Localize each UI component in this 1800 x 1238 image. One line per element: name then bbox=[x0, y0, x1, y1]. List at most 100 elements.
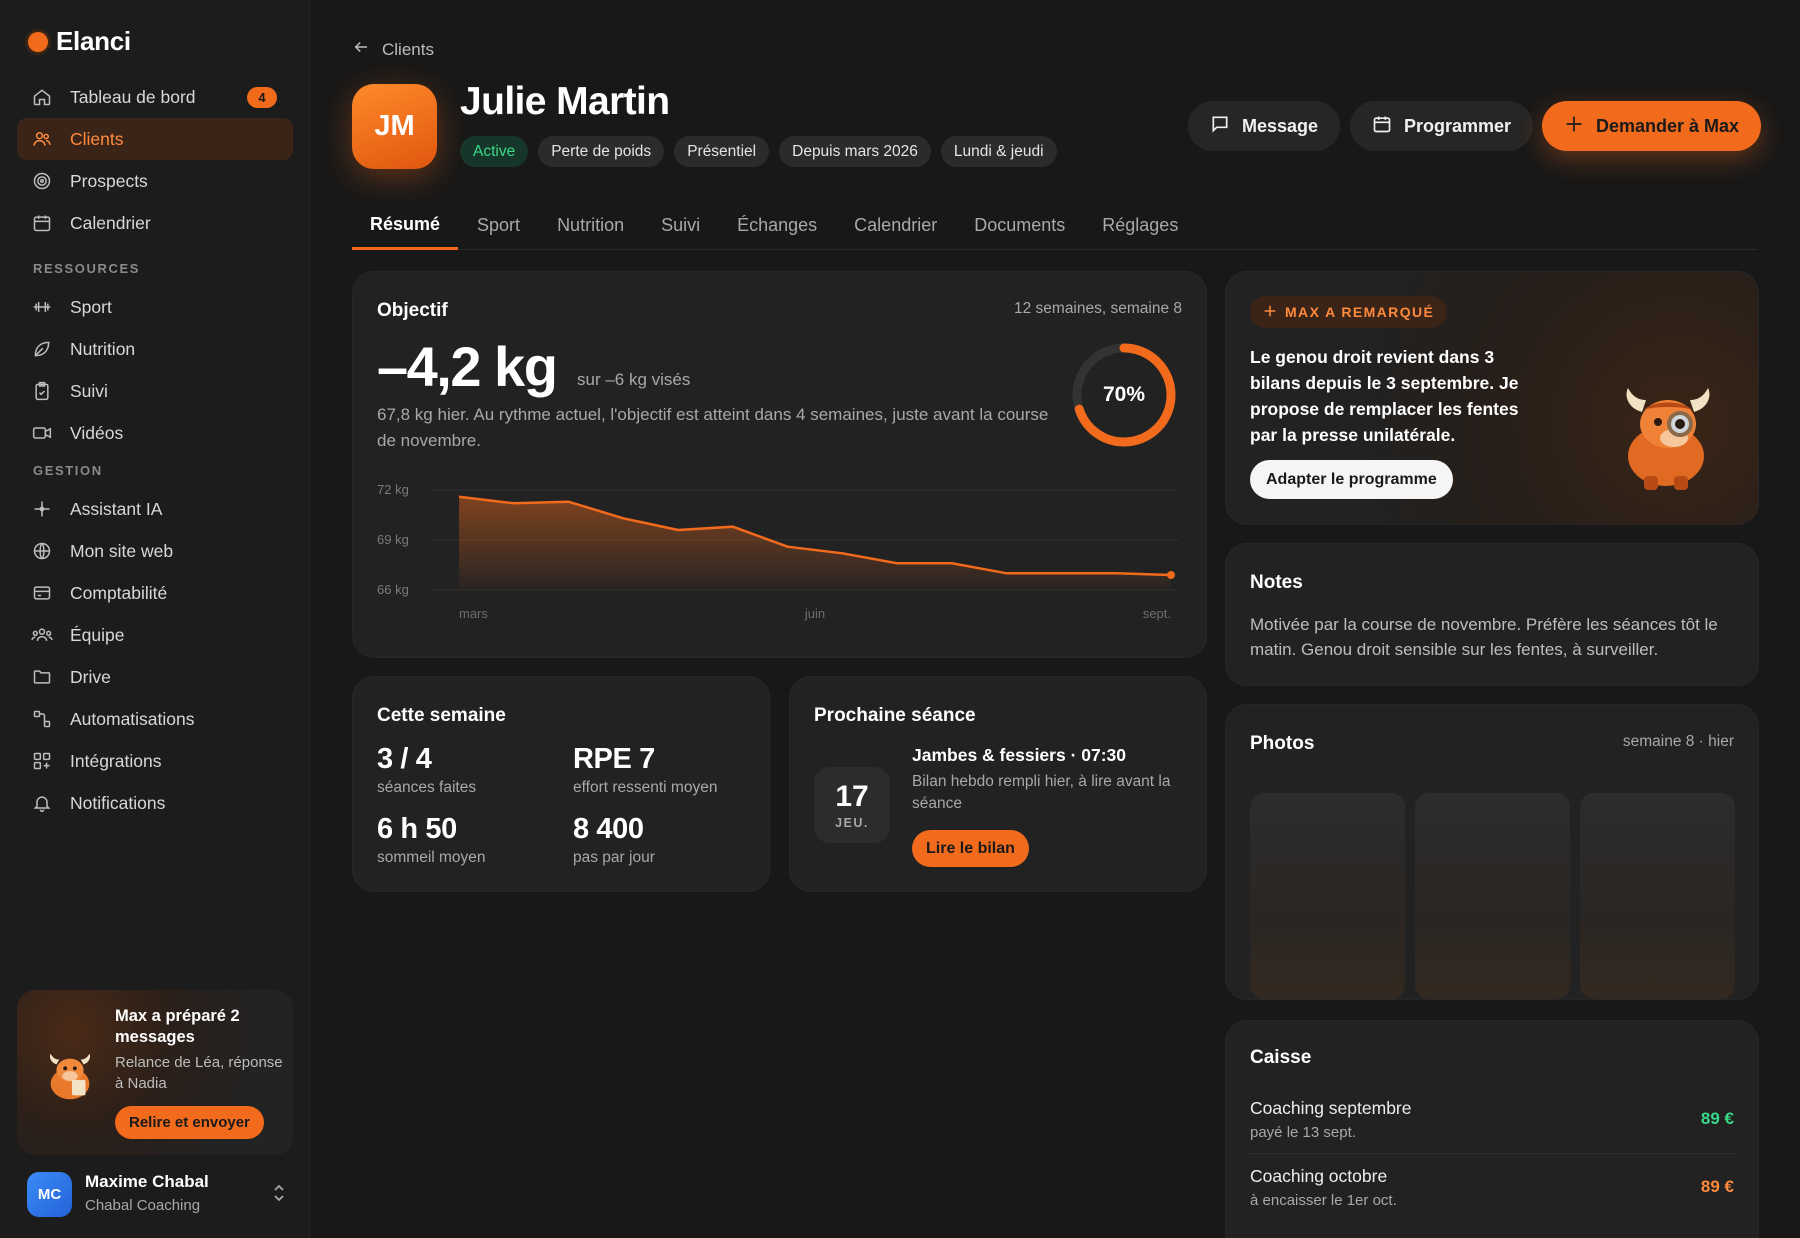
tab-settings[interactable]: Réglages bbox=[1084, 202, 1196, 249]
max-promo-card: Max a préparé 2 messages Relance de Léa,… bbox=[17, 990, 293, 1155]
tab-calendar[interactable]: Calendrier bbox=[836, 202, 955, 249]
payment-subtitle: à encaisser le 1er oct. bbox=[1250, 1192, 1397, 1209]
video-icon bbox=[31, 422, 53, 444]
client-avatar: JM bbox=[352, 84, 437, 169]
insight-text: Le genou droit revient dans 3 bilans dep… bbox=[1250, 347, 1519, 445]
tab-nutrition[interactable]: Nutrition bbox=[539, 202, 642, 249]
tag-mode: Présentiel bbox=[674, 136, 770, 167]
divider bbox=[1250, 1153, 1734, 1154]
bell-icon bbox=[31, 792, 53, 814]
tag-goal: Perte de poids bbox=[538, 136, 665, 167]
client-tags: Active Perte de poids Présentiel Depuis … bbox=[460, 136, 1057, 167]
tab-summary[interactable]: Résumé bbox=[352, 202, 459, 250]
next-session-card: Prochaine séance 17 JEU. Jambes & fessie… bbox=[789, 676, 1207, 892]
home-icon bbox=[31, 86, 53, 108]
tag-days: Lundi & jeudi bbox=[940, 136, 1057, 167]
sidebar-item-accounting[interactable]: Comptabilité bbox=[17, 572, 293, 614]
card-title: Caisse bbox=[1250, 1047, 1312, 1068]
tab-sport[interactable]: Sport bbox=[459, 202, 538, 249]
max-insight-pill: MAX A REMARQUÉ bbox=[1250, 296, 1448, 328]
sidebar-item-calendar[interactable]: Calendrier bbox=[17, 202, 293, 244]
page-title: Julie Martin bbox=[460, 80, 670, 123]
sidebar-item-integrations[interactable]: Intégrations bbox=[17, 740, 293, 782]
grid-plus-icon bbox=[31, 750, 53, 772]
globe-icon bbox=[31, 540, 53, 562]
calendar-icon bbox=[31, 212, 53, 234]
card-title: Notes bbox=[1250, 572, 1303, 593]
cash-card: Caisse Coaching septembre payé le 13 sep… bbox=[1225, 1020, 1759, 1238]
sidebar-item-label: Notifications bbox=[70, 792, 166, 813]
sidebar-item-automations[interactable]: Automatisations bbox=[17, 698, 293, 740]
week-card: Cette semaine 3 / 4 séances faites RPE 7… bbox=[352, 676, 770, 892]
adapt-program-button[interactable]: Adapter le programme bbox=[1250, 460, 1453, 499]
review-send-button[interactable]: Relire et envoyer bbox=[115, 1106, 264, 1139]
sidebar-item-prospects[interactable]: Prospects bbox=[17, 160, 293, 202]
payment-title: Coaching septembre bbox=[1250, 1098, 1412, 1118]
objective-target: sur –6 kg visés bbox=[577, 370, 691, 389]
leaf-icon bbox=[31, 338, 53, 360]
avatar: MC bbox=[27, 1172, 72, 1217]
progress-photo[interactable] bbox=[1250, 793, 1405, 999]
objective-meta: 12 semaines, semaine 8 bbox=[1013, 300, 1182, 317]
ask-max-button[interactable]: Demander à Max bbox=[1542, 101, 1762, 151]
sidebar-item-label: Prospects bbox=[70, 170, 148, 191]
target-icon bbox=[31, 170, 53, 192]
sparkle-icon bbox=[1263, 304, 1277, 321]
sparkle-icon bbox=[1564, 114, 1584, 139]
sidebar-item-label: Nutrition bbox=[70, 338, 136, 359]
sidebar-item-website[interactable]: Mon site web bbox=[17, 530, 293, 572]
tab-suivi[interactable]: Suivi bbox=[643, 202, 718, 249]
progress-photo[interactable] bbox=[1415, 793, 1570, 999]
tab-exchanges[interactable]: Échanges bbox=[719, 202, 835, 249]
payment-amount: 89 € bbox=[1700, 1109, 1734, 1128]
tag-since: Depuis mars 2026 bbox=[779, 136, 931, 167]
sidebar-item-label: Vidéos bbox=[70, 422, 124, 443]
sidebar-item-drive[interactable]: Drive bbox=[17, 656, 293, 698]
sidebar-item-clients[interactable]: Clients bbox=[17, 118, 293, 160]
read-report-button[interactable]: Lire le bilan bbox=[912, 830, 1029, 867]
sidebar-item-dashboard[interactable]: Tableau de bord 4 bbox=[17, 76, 293, 118]
sidebar-item-suivi[interactable]: Suivi bbox=[17, 370, 293, 412]
app-name: Elanci bbox=[56, 26, 131, 56]
message-button[interactable]: Message bbox=[1188, 101, 1341, 151]
sidebar-item-label: Drive bbox=[70, 666, 111, 687]
user-switcher[interactable]: MC Maxime Chabal Chabal Coaching bbox=[27, 1170, 287, 1220]
sidebar-item-nutrition[interactable]: Nutrition bbox=[17, 328, 293, 370]
calendar-icon bbox=[1372, 114, 1392, 139]
tab-documents[interactable]: Documents bbox=[956, 202, 1083, 249]
stat-label: pas par jour bbox=[573, 849, 655, 866]
date-badge: 17 JEU. bbox=[814, 767, 890, 843]
sidebar-item-label: Sport bbox=[70, 296, 112, 317]
objective-card: Objectif 12 semaines, semaine 8 –4,2 kg … bbox=[352, 271, 1207, 658]
sidebar: Elanci Tableau de bord 4 Clients Prospec… bbox=[0, 0, 310, 1238]
objective-value: –4,2 kg bbox=[377, 335, 558, 398]
notes-text: Motivée par la course de novembre. Préfè… bbox=[1250, 615, 1718, 659]
payment-title: Coaching octobre bbox=[1250, 1166, 1388, 1186]
schedule-button-label: Programmer bbox=[1404, 115, 1512, 136]
message-button-label: Message bbox=[1242, 115, 1319, 136]
card-title: Cette semaine bbox=[377, 705, 506, 726]
weight-chart: 72 kg 69 kg 66 kg mars juin sept. bbox=[377, 482, 1179, 621]
chat-icon bbox=[1210, 114, 1230, 139]
sidebar-item-notifications[interactable]: Notifications bbox=[17, 782, 293, 824]
section-title: GESTION bbox=[33, 462, 103, 478]
progress-photo[interactable] bbox=[1580, 793, 1735, 999]
management-nav: GESTION Assistant IA Mon site web Compta… bbox=[17, 452, 293, 824]
sidebar-item-label: Comptabilité bbox=[70, 582, 168, 603]
payment-amount: 89 € bbox=[1700, 1177, 1734, 1196]
sidebar-item-sport[interactable]: Sport bbox=[17, 286, 293, 328]
bull-detective-mascot-icon bbox=[1626, 388, 1710, 490]
dumbbell-icon bbox=[31, 296, 53, 318]
arrow-left-icon bbox=[352, 38, 370, 61]
user-org: Chabal Coaching bbox=[85, 1197, 201, 1214]
sidebar-item-assistant[interactable]: Assistant IA bbox=[17, 488, 293, 530]
status-badge: Active bbox=[460, 136, 529, 167]
notification-badge: 4 bbox=[247, 87, 277, 108]
sidebar-item-team[interactable]: Équipe bbox=[17, 614, 293, 656]
bull-mascot-icon bbox=[49, 1053, 91, 1100]
back-link[interactable]: Clients bbox=[352, 38, 434, 61]
schedule-button[interactable]: Programmer bbox=[1350, 101, 1534, 151]
sidebar-item-videos[interactable]: Vidéos bbox=[17, 412, 293, 454]
folder-icon bbox=[31, 666, 53, 688]
brand[interactable]: Elanci bbox=[28, 26, 131, 57]
